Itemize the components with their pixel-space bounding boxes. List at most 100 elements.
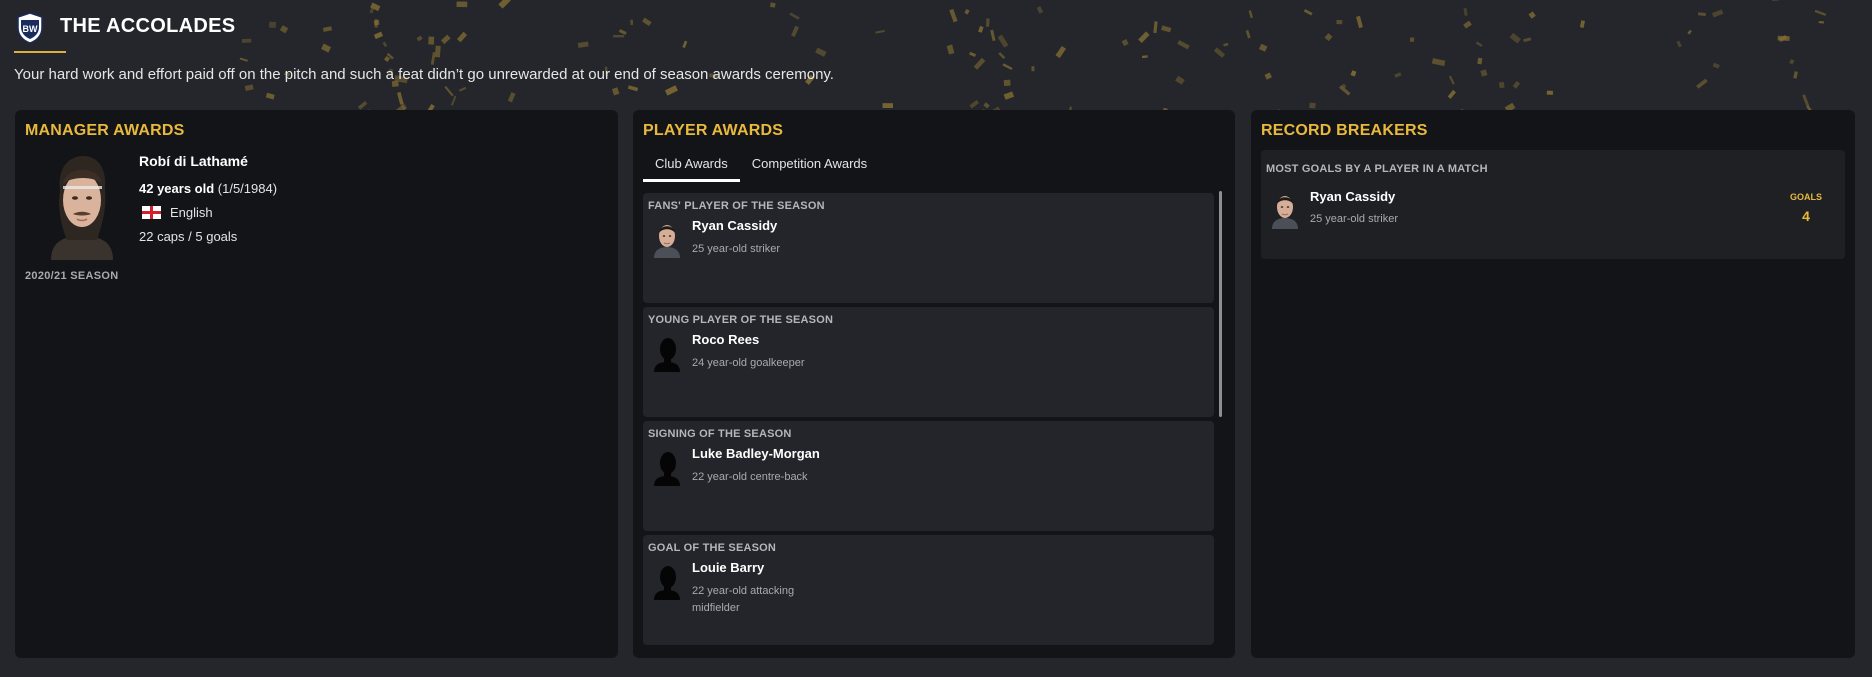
confetti-piece (1509, 32, 1521, 44)
award-player-name[interactable]: Louie Barry (692, 560, 764, 575)
confetti-piece (1223, 42, 1229, 47)
confetti-piece (384, 55, 390, 62)
confetti-piece (664, 85, 679, 96)
confetti-piece (789, 12, 800, 20)
record-breakers-title: RECORD BREAKERS (1261, 122, 1428, 139)
confetti-piece (769, 2, 776, 8)
confetti-piece (1213, 47, 1226, 58)
confetti-piece (1350, 70, 1357, 77)
player-photo[interactable] (1270, 189, 1300, 229)
manager-name[interactable]: Robí di Lathamé (139, 153, 248, 169)
confetti-piece (1161, 25, 1172, 33)
award-category: FANS' PLAYER OF THE SEASON (648, 200, 825, 212)
confetti-piece (1523, 37, 1532, 43)
player-silhouette-icon[interactable] (652, 332, 682, 372)
confetti-piece (949, 8, 958, 23)
confetti-piece (682, 40, 688, 49)
manager-awards-panel: MANAGER AWARDS Robí di Lathamé 42 years … (15, 110, 618, 658)
confetti-piece (627, 85, 639, 92)
confetti-piece (397, 91, 404, 105)
confetti-piece (401, 103, 408, 110)
confetti-piece (1712, 62, 1720, 69)
confetti-piece (882, 103, 893, 108)
record-stat-label: GOALS (1789, 192, 1822, 202)
confetti-piece (1341, 83, 1347, 89)
confetti-piece (373, 19, 380, 26)
confetti-decoration (236, 0, 1827, 120)
manager-nationality-label: English (170, 205, 213, 220)
confetti-piece (1245, 30, 1251, 39)
award-card[interactable]: YOUNG PLAYER OF THE SEASON Roco Rees 24 … (643, 307, 1214, 417)
confetti-piece (1814, 9, 1827, 16)
confetti-piece (1676, 40, 1682, 48)
award-card[interactable]: SIGNING OF THE SEASON Luke Badley-Morgan… (643, 421, 1214, 531)
record-player-name[interactable]: Ryan Cassidy (1310, 189, 1395, 204)
confetti-piece (1512, 80, 1521, 89)
confetti-piece (1546, 90, 1553, 95)
player-silhouette-icon[interactable] (652, 446, 682, 486)
confetti-piece (1138, 31, 1150, 44)
confetti-piece (997, 34, 1009, 48)
confetti-piece (1356, 15, 1363, 29)
confetti-piece (268, 21, 277, 29)
confetti-piece (1339, 85, 1351, 96)
confetti-piece (1309, 102, 1316, 109)
confetti-piece (434, 45, 441, 58)
confetti-piece (1778, 34, 1788, 43)
confetti-piece (1142, 55, 1148, 59)
record-player-desc: 25 year-old striker (1310, 213, 1399, 225)
player-silhouette-icon[interactable] (652, 560, 682, 600)
confetti-piece (1687, 29, 1692, 35)
confetti-piece (1447, 89, 1456, 99)
record-stat-value: 4 (1802, 208, 1810, 224)
award-list: FANS' PLAYER OF THE SEASON Ryan Cassidy … (643, 193, 1215, 648)
confetti-piece (265, 92, 275, 100)
confetti-piece (1394, 72, 1402, 78)
manager-caps: 22 caps / 5 goals (139, 229, 238, 244)
confetti-piece (1448, 75, 1455, 85)
confetti-piece (430, 51, 436, 65)
award-player-desc: 22 year-old centre-back (692, 471, 808, 483)
award-list-scrollbar[interactable] (1219, 191, 1222, 417)
confetti-piece (998, 52, 1006, 60)
confetti-piece (815, 47, 827, 57)
manager-awards-title: MANAGER AWARDS (25, 122, 185, 139)
confetti-piece (1409, 37, 1415, 43)
confetti-piece (791, 25, 799, 38)
award-card[interactable]: GOAL OF THE SEASON Louie Barry 22 year-o… (643, 535, 1214, 645)
confetti-piece (1477, 57, 1483, 65)
confetti-piece (456, 1, 468, 8)
tab-competition-awards[interactable]: Competition Awards (740, 150, 879, 180)
manager-portrait[interactable] (43, 150, 121, 260)
club-crest-icon: BW (17, 12, 43, 44)
record-breakers-panel: RECORD BREAKERS MOST GOALS BY A PLAYER I… (1251, 110, 1855, 658)
manager-age: 42 years old (1/5/1984) (139, 181, 277, 196)
confetti-piece (969, 51, 977, 57)
record-card[interactable]: MOST GOALS BY A PLAYER IN A MATCH Ryan C… (1261, 150, 1845, 259)
confetti-piece (1303, 8, 1313, 16)
confetti-piece (279, 25, 289, 34)
award-player-name[interactable]: Luke Badley-Morgan (692, 446, 820, 461)
award-player-name[interactable]: Ryan Cassidy (692, 218, 777, 233)
record-category: MOST GOALS BY A PLAYER IN A MATCH (1266, 163, 1488, 175)
england-flag-icon (142, 206, 161, 219)
confetti-piece (613, 34, 625, 38)
confetti-piece (1579, 20, 1586, 28)
confetti-piece (416, 35, 423, 42)
confetti-piece (370, 2, 381, 12)
confetti-piece (428, 36, 435, 45)
player-photo[interactable] (652, 218, 682, 258)
confetti-piece (983, 102, 990, 109)
award-player-name[interactable]: Roco Rees (692, 332, 759, 347)
confetti-piece (1475, 41, 1483, 48)
confetti-piece (1248, 10, 1253, 19)
confetti-piece (1818, 21, 1824, 24)
tab-club-awards[interactable]: Club Awards (643, 150, 740, 182)
confetti-piece (978, 25, 984, 33)
season-label: 2020/21 SEASON (25, 270, 119, 282)
confetti-piece (973, 57, 986, 70)
award-card[interactable]: FANS' PLAYER OF THE SEASON Ryan Cassidy … (643, 193, 1214, 303)
confetti-piece (1528, 11, 1536, 19)
confetti-piece (241, 38, 252, 43)
award-category: YOUNG PLAYER OF THE SEASON (648, 314, 834, 326)
